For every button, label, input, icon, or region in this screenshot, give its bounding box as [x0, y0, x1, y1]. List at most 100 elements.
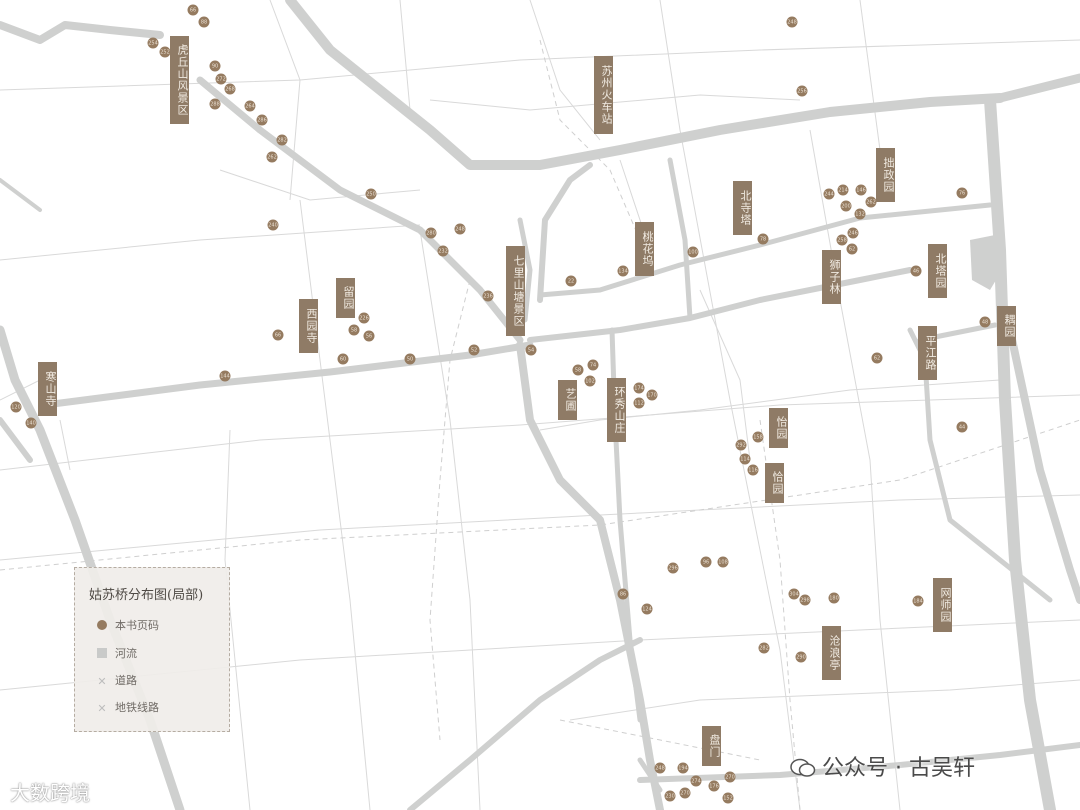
road-line: [419, 229, 481, 810]
page-pin-label: 270: [725, 774, 735, 780]
page-pin-label: 264: [245, 103, 255, 109]
page-pin-label: 52: [471, 347, 477, 353]
watermark-left: 大数跨境: [10, 777, 90, 806]
page-pin-label: 132: [855, 211, 865, 217]
river: [0, 21, 164, 44]
page-pin-label: 280: [426, 230, 436, 236]
metro-line: [429, 279, 471, 741]
square-icon: [97, 648, 107, 658]
page-pin-label: 134: [618, 268, 628, 274]
page-pin-label: 250: [366, 191, 376, 197]
page-pin-label: 248: [455, 226, 465, 232]
page-pin-label: 102: [585, 378, 595, 384]
site-label: 盘门: [702, 726, 721, 766]
site-label: 恰园: [765, 463, 784, 503]
site-label: 耦园: [997, 306, 1016, 346]
page-pin-label: 46: [913, 268, 919, 274]
page-pin-label: 112: [634, 400, 644, 406]
page-pin-label: 62: [849, 246, 855, 252]
site-label: 艺圃: [558, 380, 577, 420]
river: [984, 94, 1056, 810]
legend-item-metro: ✕ 地铁线路: [97, 699, 159, 715]
page-pin-label: 22: [568, 278, 574, 284]
site-label: 西园寺: [299, 299, 318, 353]
site-label: 苏州火车站: [594, 56, 613, 134]
page-pin-label: 258: [837, 237, 847, 243]
river: [516, 341, 664, 810]
site-label: 平江路: [918, 326, 937, 380]
legend-label: 本书页码: [115, 619, 159, 632]
page-pin-label: 274: [691, 778, 701, 784]
page-pin-label: 282: [759, 645, 769, 651]
map-canvas: 66 88 254 252 90 272 268 288 264 286 282 262 248 256 2…: [0, 0, 1080, 810]
river: [0, 178, 42, 212]
page-pin-label: 304: [789, 591, 799, 597]
legend-label: 道路: [115, 674, 137, 687]
page-pin-label: 270: [680, 790, 690, 796]
page-pin-label: 116: [748, 467, 758, 473]
page-pin-label: 100: [688, 249, 698, 255]
page-pin-label: 248: [787, 19, 797, 25]
page-pin-label: 76: [959, 190, 965, 196]
page-pin-label: 44: [959, 424, 965, 430]
page-pin-label: 252: [160, 49, 170, 55]
legend-title: 姑苏桥分布图(局部): [89, 588, 204, 603]
page-pin-label: 114: [740, 456, 750, 462]
page-pin-label: 240: [268, 222, 278, 228]
map-legend: 姑苏桥分布图(局部) 本书页码 河流 ✕ 道路 ✕ 地铁线路: [74, 567, 230, 732]
legend-item-road: ✕ 道路: [97, 672, 137, 688]
site-label: 七里山塘景区: [506, 246, 525, 336]
page-pin-label: 108: [718, 559, 728, 565]
watermark-right-text: 公众号 · 古吴轩: [822, 756, 975, 781]
page-pin-label: 214: [838, 187, 848, 193]
site-label: 环秀山庄: [607, 378, 626, 442]
page-pin-label: 62: [874, 355, 880, 361]
road-line: [529, 0, 601, 141]
river: [537, 202, 993, 298]
page-pin-label: 180: [829, 595, 839, 601]
page-pin-label: 58: [575, 367, 581, 373]
page-pin-label: 152: [723, 795, 733, 801]
legend-label: 河流: [115, 647, 137, 660]
legend-label: 地铁线路: [115, 701, 159, 714]
page-pin-label: 48: [982, 319, 988, 325]
page-pin-label: 246: [848, 230, 858, 236]
metro-line: [559, 719, 761, 761]
page-pin-label: 144: [220, 373, 230, 379]
page-pin-label: 298: [800, 597, 810, 603]
site-label: 狮子林: [822, 250, 841, 304]
river: [196, 76, 524, 344]
page-pin-label: 200: [841, 203, 851, 209]
site-label: 留园: [336, 278, 355, 318]
cross-icon: ✕: [97, 702, 107, 715]
page-pin-label: 90: [212, 63, 218, 69]
page-pin-label: 140: [26, 420, 36, 426]
page-pin-label: 66: [275, 332, 281, 338]
watermark-left-text: 大数跨境: [10, 781, 90, 805]
page-pin-label: 254: [148, 40, 158, 46]
page-pin-label: 262: [866, 199, 876, 205]
page-pin-label: 292: [736, 442, 746, 448]
cross-icon: ✕: [97, 675, 107, 688]
page-pin-label: 88: [201, 19, 207, 25]
page-pin-label: 184: [913, 598, 923, 604]
legend-item-page: 本书页码: [97, 617, 159, 633]
site-label: 沧浪亭: [822, 626, 841, 680]
river: [41, 341, 534, 409]
site-label: 虎丘山风景区: [170, 36, 189, 124]
page-pin-label: 174: [634, 385, 644, 391]
page-pin-label: 286: [257, 117, 267, 123]
page-pin-label: 78: [760, 236, 766, 242]
watermark-right: 公众号 · 古吴轩: [790, 750, 975, 782]
river: [527, 267, 913, 343]
page-pin-label: 96: [703, 559, 709, 565]
page-pin-label: 248: [655, 765, 665, 771]
page-pin-label: 54: [528, 347, 534, 353]
site-label: 怡园: [769, 408, 788, 448]
dot-icon: [97, 620, 107, 630]
road-line: [429, 94, 801, 111]
page-pin-label: 262: [267, 154, 277, 160]
road-line: [299, 199, 371, 810]
road-line: [569, 679, 1080, 721]
site-label: 寒山寺: [38, 362, 57, 416]
